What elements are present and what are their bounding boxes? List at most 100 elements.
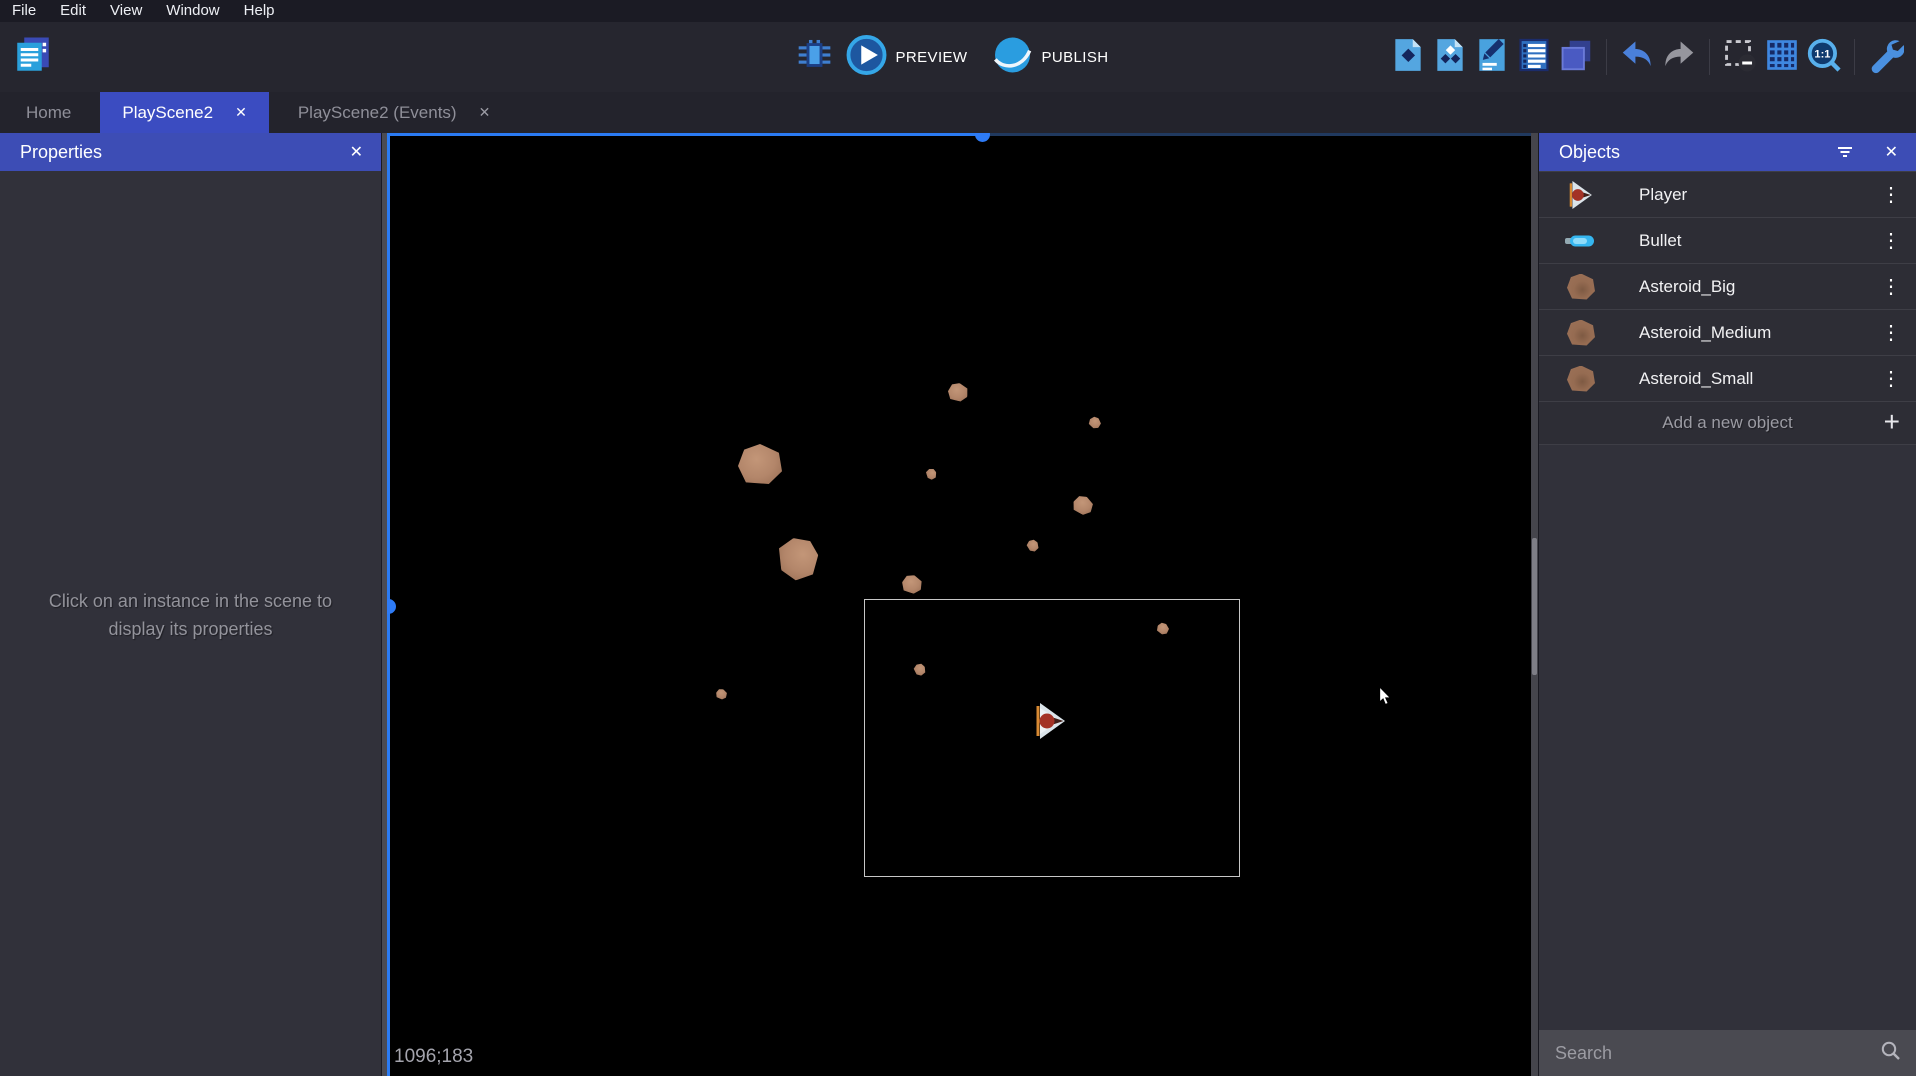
- object-menu-button[interactable]: ⋮: [1876, 323, 1906, 343]
- preview-play-icon: [846, 34, 888, 81]
- asteroid-icon: [1563, 317, 1599, 349]
- settings-button[interactable]: [1864, 36, 1906, 78]
- undo-icon: [1618, 36, 1656, 79]
- debug-button[interactable]: [794, 36, 836, 78]
- object-menu-button[interactable]: ⋮: [1876, 185, 1906, 205]
- filter-icon[interactable]: [1835, 142, 1855, 162]
- properties-pencil-icon: [1473, 36, 1511, 79]
- search-icon[interactable]: [1880, 1040, 1902, 1067]
- menu-view[interactable]: View: [98, 0, 154, 22]
- search-input[interactable]: [1555, 1043, 1880, 1064]
- delete-selection-button[interactable]: [1719, 36, 1761, 78]
- object-menu-button[interactable]: ⋮: [1876, 277, 1906, 297]
- object-item-bullet[interactable]: Bullet ⋮: [1539, 217, 1916, 263]
- object-label: Player: [1639, 185, 1876, 205]
- menu-edit[interactable]: Edit: [48, 0, 98, 22]
- redo-icon: [1660, 36, 1698, 79]
- properties-panel-header: Properties ✕: [0, 133, 381, 171]
- properties-empty-message: Click on an instance in the scene to dis…: [0, 588, 381, 644]
- plus-icon[interactable]: +: [1884, 406, 1900, 438]
- properties-title: Properties: [20, 142, 102, 163]
- asteroid-instance[interactable]: [738, 444, 782, 484]
- tab-close-icon[interactable]: ✕: [235, 104, 247, 121]
- menu-file[interactable]: File: [0, 0, 48, 22]
- tab-label: Home: [26, 103, 71, 123]
- object-item-asteroid-big[interactable]: Asteroid_Big ⋮: [1539, 263, 1916, 309]
- svg-text:1:1: 1:1: [1814, 48, 1830, 60]
- objects-panel-empty-space: [1539, 445, 1916, 1030]
- menu-help[interactable]: Help: [232, 0, 287, 22]
- close-icon[interactable]: ✕: [1881, 142, 1902, 162]
- tab-playscene2-events[interactable]: PlayScene2 (Events) ✕: [272, 92, 516, 133]
- objects-panel: Objects ✕ Player ⋮: [1538, 133, 1916, 1076]
- undo-button[interactable]: [1616, 36, 1658, 78]
- menu-window[interactable]: Window: [154, 0, 231, 22]
- preview-button[interactable]: PREVIEW: [846, 34, 982, 81]
- tab-label: PlayScene2: [122, 103, 213, 123]
- open-objects-button[interactable]: [1387, 36, 1429, 78]
- scene-canvas[interactable]: 1096;183: [387, 133, 1538, 1076]
- open-layers-button[interactable]: [1555, 36, 1597, 78]
- toolbar-separator: [1854, 39, 1855, 75]
- toolbar-separator: [1606, 39, 1607, 75]
- instances-list-icon: [1515, 36, 1553, 79]
- object-menu-button[interactable]: ⋮: [1876, 231, 1906, 251]
- grid-button[interactable]: [1761, 36, 1803, 78]
- asteroid-instance[interactable]: [1070, 493, 1096, 518]
- tab-playscene2[interactable]: PlayScene2 ✕: [100, 92, 268, 133]
- asteroid-instance[interactable]: [900, 573, 924, 596]
- zoom-1-1-icon: 1:1: [1805, 36, 1843, 79]
- add-new-object-button[interactable]: Add a new object +: [1539, 401, 1916, 445]
- scene-border-top: [387, 133, 982, 136]
- asteroid-instance[interactable]: [1025, 537, 1041, 553]
- scene-handle-top[interactable]: [975, 133, 990, 142]
- scene-handle-left[interactable]: [387, 599, 396, 614]
- scrollbar-thumb[interactable]: [1532, 538, 1537, 675]
- asteroid-instance[interactable]: [776, 534, 822, 582]
- bullet-icon: [1563, 225, 1599, 257]
- player-ship-icon: [1563, 179, 1599, 211]
- zoom-1-1-button[interactable]: 1:1: [1803, 36, 1845, 78]
- object-item-asteroid-small[interactable]: Asteroid_Small ⋮: [1539, 355, 1916, 401]
- toolbar-separator: [1709, 39, 1710, 75]
- project-manager-button[interactable]: [10, 34, 56, 80]
- asteroid-instance[interactable]: [924, 467, 937, 481]
- project-manager-icon: [12, 34, 54, 81]
- player-instance[interactable]: [1034, 703, 1068, 739]
- object-item-player[interactable]: Player ⋮: [1539, 171, 1916, 217]
- object-label: Asteroid_Small: [1639, 369, 1876, 389]
- tab-home[interactable]: Home: [0, 92, 97, 133]
- add-new-object-label: Add a new object: [1662, 413, 1792, 433]
- asteroid-instance[interactable]: [1087, 414, 1103, 430]
- publish-label: PUBLISH: [1041, 49, 1108, 66]
- asteroid-instance[interactable]: [714, 687, 728, 700]
- mouse-cursor: [1378, 686, 1392, 706]
- debug-bug-icon: [796, 36, 834, 79]
- open-object-groups-button[interactable]: [1429, 36, 1471, 78]
- wrench-icon: [1866, 36, 1904, 79]
- layers-icon: [1557, 36, 1595, 79]
- publish-button[interactable]: PUBLISH: [991, 34, 1122, 81]
- close-icon[interactable]: ✕: [346, 142, 367, 162]
- publish-globe-icon: [991, 34, 1033, 81]
- toolbar: PREVIEW PUBLISH: [0, 22, 1916, 92]
- open-instances-button[interactable]: [1513, 36, 1555, 78]
- objects-panel-header: Objects ✕: [1539, 133, 1916, 171]
- tab-bar: Home PlayScene2 ✕ PlayScene2 (Events) ✕: [0, 92, 1916, 133]
- object-menu-button[interactable]: ⋮: [1876, 369, 1906, 389]
- object-groups-icon: [1431, 36, 1469, 79]
- redo-button[interactable]: [1658, 36, 1700, 78]
- grid-icon: [1763, 36, 1801, 79]
- objects-title: Objects: [1559, 142, 1620, 163]
- object-item-asteroid-medium[interactable]: Asteroid_Medium ⋮: [1539, 309, 1916, 355]
- cursor-coordinates-label: 1096;183: [394, 1046, 473, 1068]
- scene-vertical-scrollbar[interactable]: [1531, 133, 1538, 1076]
- objects-editor-icon: [1389, 36, 1427, 79]
- asteroid-instance[interactable]: [947, 381, 970, 402]
- main-area: Properties ✕ Click on an instance in the…: [0, 133, 1916, 1076]
- tab-close-icon[interactable]: ✕: [479, 104, 491, 121]
- open-properties-button[interactable]: [1471, 36, 1513, 78]
- asteroid-icon: [1563, 363, 1599, 395]
- properties-panel: Properties ✕ Click on an instance in the…: [0, 133, 382, 1076]
- object-label: Asteroid_Medium: [1639, 323, 1876, 343]
